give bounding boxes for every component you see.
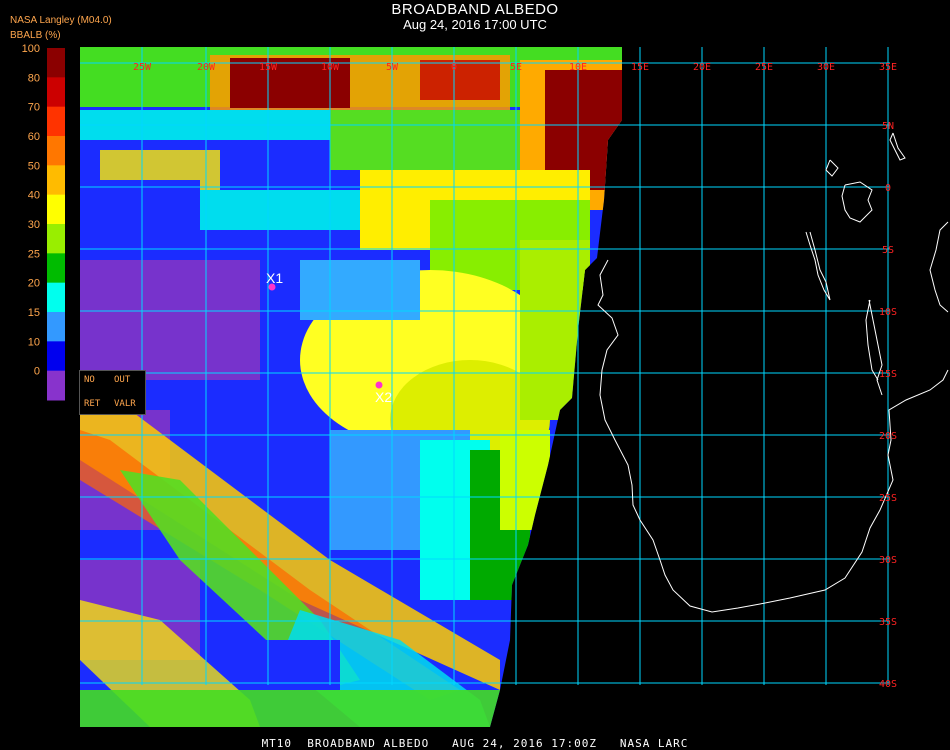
longitude-label: 30E [817, 62, 835, 73]
colorbar-tick-label: 15 [28, 307, 40, 319]
colorbar-segment [47, 253, 65, 284]
colorbar-tick-label: 40 [28, 190, 40, 202]
longitude-label: 25E [755, 62, 773, 73]
colorbar-segment [47, 194, 65, 225]
flag-out: OUT [114, 375, 131, 385]
latitude-label: 25S [879, 493, 897, 504]
colorbar-segment [47, 48, 65, 78]
longitude-label: 5W [386, 62, 399, 73]
longitude-label: 10W [321, 62, 340, 73]
colorbar-tick-label: 0 [34, 366, 40, 378]
latitude-label: 20S [879, 431, 897, 442]
colorbar-tick-label: 20 [28, 278, 40, 290]
marker-x2-dot [375, 381, 383, 389]
colorbar-segment [47, 77, 65, 108]
latitude-label: 35S [879, 617, 897, 628]
colorbar-tick-label: 10 [28, 336, 40, 348]
latitude-label: 5S [882, 245, 894, 256]
longitude-label: 20W [197, 62, 216, 73]
longitude-label: 15E [631, 62, 649, 73]
colorbar-segment [47, 224, 65, 254]
latitude-label: 30S [879, 555, 897, 566]
latitude-label: 15S [879, 369, 897, 380]
flag-ret: RET [84, 399, 101, 409]
colorbar-segment [47, 312, 65, 342]
quality-flag-legend: NO OUT RET VALR [79, 370, 146, 415]
colorbar-tick-label: 30 [28, 219, 40, 231]
colorbar-segment [47, 282, 65, 313]
colorbar-segment [47, 136, 65, 166]
flag-no: NO [84, 375, 95, 385]
colorbar-segment [47, 341, 65, 372]
colorbar-tick-label: 70 [28, 102, 40, 114]
latitude-label: 5N [882, 121, 894, 132]
colorbar-segment [47, 106, 65, 137]
flag-valr: VALR [114, 399, 136, 409]
longitude-label: 0 [451, 62, 457, 73]
longitude-label: 10E [569, 62, 587, 73]
latitude-label: 10S [879, 307, 897, 318]
marker-x1-label: X1 [266, 270, 283, 286]
colorbar-tick-label: 60 [28, 131, 40, 143]
colorbar-segment [47, 370, 65, 401]
longitude-label: 15W [259, 62, 278, 73]
longitude-label: 25W [133, 62, 152, 73]
colorbar-tick-label: 80 [28, 72, 40, 84]
colorbar: 100807060504030252015100 [22, 43, 65, 401]
colorbar-tick-label: 25 [28, 248, 40, 260]
marker-x2-label: X2 [375, 389, 392, 405]
longitude-label: 35E [879, 62, 897, 73]
longitude-label: 5E [510, 62, 522, 73]
latitude-label: 0 [885, 183, 891, 194]
albedo-data-field [80, 47, 622, 727]
colorbar-segment [47, 165, 65, 196]
colorbar-tick-label: 50 [28, 160, 40, 172]
colorbar-tick-label: 100 [22, 43, 40, 55]
footer-caption: MT10 BROADBAND ALBEDO AUG 24, 2016 17:00… [261, 737, 689, 750]
latitude-label: 40S [879, 679, 897, 690]
longitude-label: 20E [693, 62, 711, 73]
